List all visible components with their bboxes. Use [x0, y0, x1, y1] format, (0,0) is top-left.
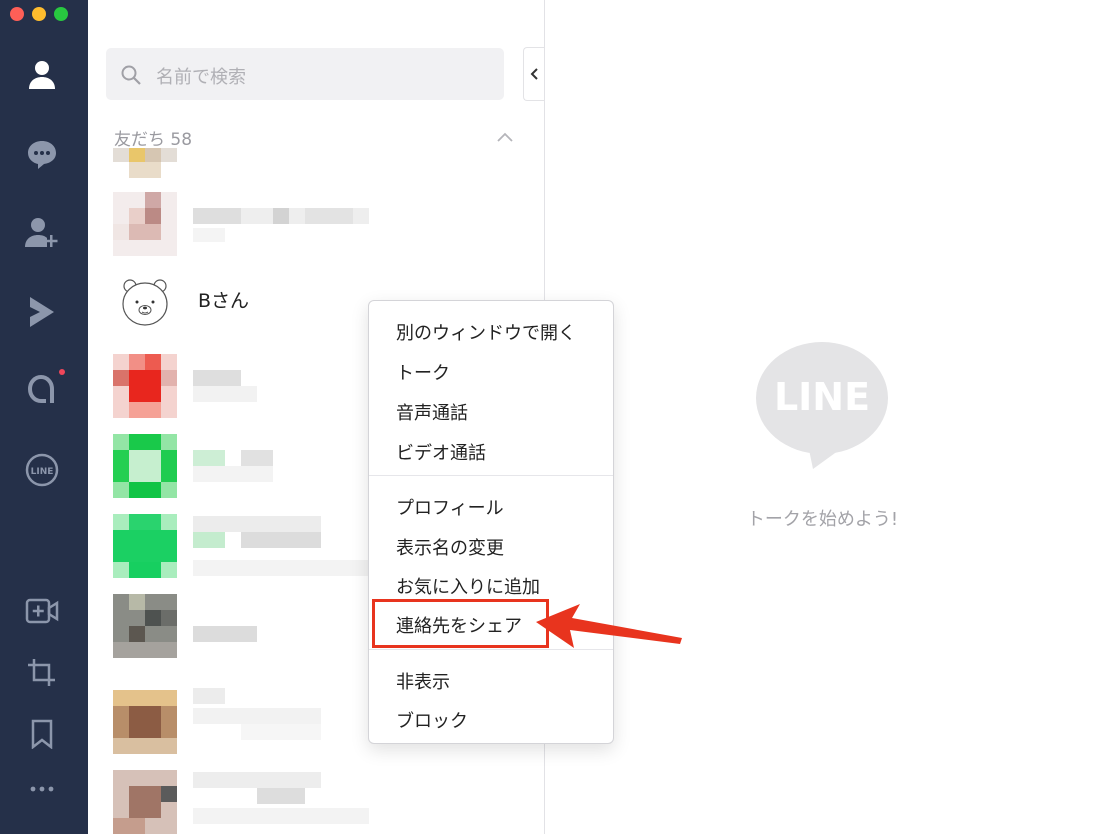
svg-text:LINE: LINE [31, 467, 54, 477]
zoom-window-button[interactable] [54, 7, 68, 21]
menu-item-video-call[interactable]: ビデオ通話 [396, 439, 486, 465]
friend-avatar[interactable] [113, 594, 177, 658]
context-menu: 別のウィンドウで開く トーク 音声通話 ビデオ通話 プロフィール 表示名の変更 … [368, 300, 614, 744]
search-placeholder: 名前で検索 [156, 67, 246, 88]
collapse-panel-button[interactable] [523, 47, 545, 101]
video-call-icon[interactable] [20, 589, 64, 633]
chevron-left-icon [530, 68, 538, 80]
line-logo-text: LINE [774, 375, 870, 419]
chevron-up-icon[interactable] [496, 132, 514, 142]
blurred-name [193, 772, 369, 832]
brown-bear-avatar[interactable] [120, 274, 170, 330]
blurred-name [193, 688, 323, 742]
chat-panel: LINE トークを始めよう! [545, 0, 1100, 834]
menu-item-add-favorite[interactable]: お気に入りに追加 [396, 573, 540, 599]
menu-separator [369, 475, 613, 476]
friend-avatar[interactable] [113, 192, 177, 256]
close-window-button[interactable] [10, 7, 24, 21]
red-arrow-annotation [530, 598, 686, 654]
today-icon[interactable] [20, 368, 65, 412]
menu-item-block[interactable]: ブロック [396, 707, 468, 733]
empty-chat-message: トークを始めよう! [746, 509, 899, 530]
friends-icon[interactable] [20, 52, 64, 96]
search-input[interactable]: 名前で検索 [106, 48, 504, 100]
line-official-icon[interactable]: LINE [20, 448, 64, 492]
line-logo: LINE [755, 342, 889, 474]
friend-avatar[interactable] [113, 434, 177, 498]
friend-avatar[interactable] [113, 770, 177, 834]
friend-avatar[interactable] [113, 514, 177, 578]
line-desktop-window: LINE 名前で検索 友だち 58 Bさん LINE トークを始めよう! 別のウ… [0, 0, 1100, 834]
highlight-box [372, 599, 549, 648]
search-icon [121, 65, 141, 85]
friend-avatar[interactable] [113, 148, 177, 178]
blurred-name [193, 450, 273, 482]
blurred-name [193, 370, 257, 402]
menu-item-profile[interactable]: プロフィール [396, 494, 504, 520]
menu-item-open-new-window[interactable]: 別のウィンドウで開く [396, 319, 576, 345]
blurred-name [193, 208, 369, 244]
screenshot-crop-icon[interactable] [20, 651, 64, 695]
notification-dot [59, 369, 65, 375]
timeline-icon[interactable] [20, 290, 64, 334]
add-friends-icon[interactable] [20, 210, 64, 254]
menu-item-hide[interactable]: 非表示 [396, 668, 450, 694]
friend-avatar[interactable] [113, 354, 177, 418]
chats-icon[interactable] [20, 132, 64, 176]
keep-bookmark-icon[interactable] [20, 712, 64, 756]
menu-item-voice-call[interactable]: 音声通話 [396, 399, 468, 425]
friend-avatar[interactable] [113, 690, 177, 754]
blurred-name [193, 626, 273, 644]
menu-item-rename[interactable]: 表示名の変更 [396, 534, 504, 560]
menu-item-talk[interactable]: トーク [396, 359, 450, 385]
friends-section-label: 友だち 58 [114, 130, 193, 150]
contact-name[interactable]: Bさん [198, 286, 249, 313]
blurred-name [193, 516, 369, 580]
more-icon[interactable] [20, 767, 64, 811]
minimize-window-button[interactable] [32, 7, 46, 21]
sidebar: LINE [0, 0, 88, 834]
